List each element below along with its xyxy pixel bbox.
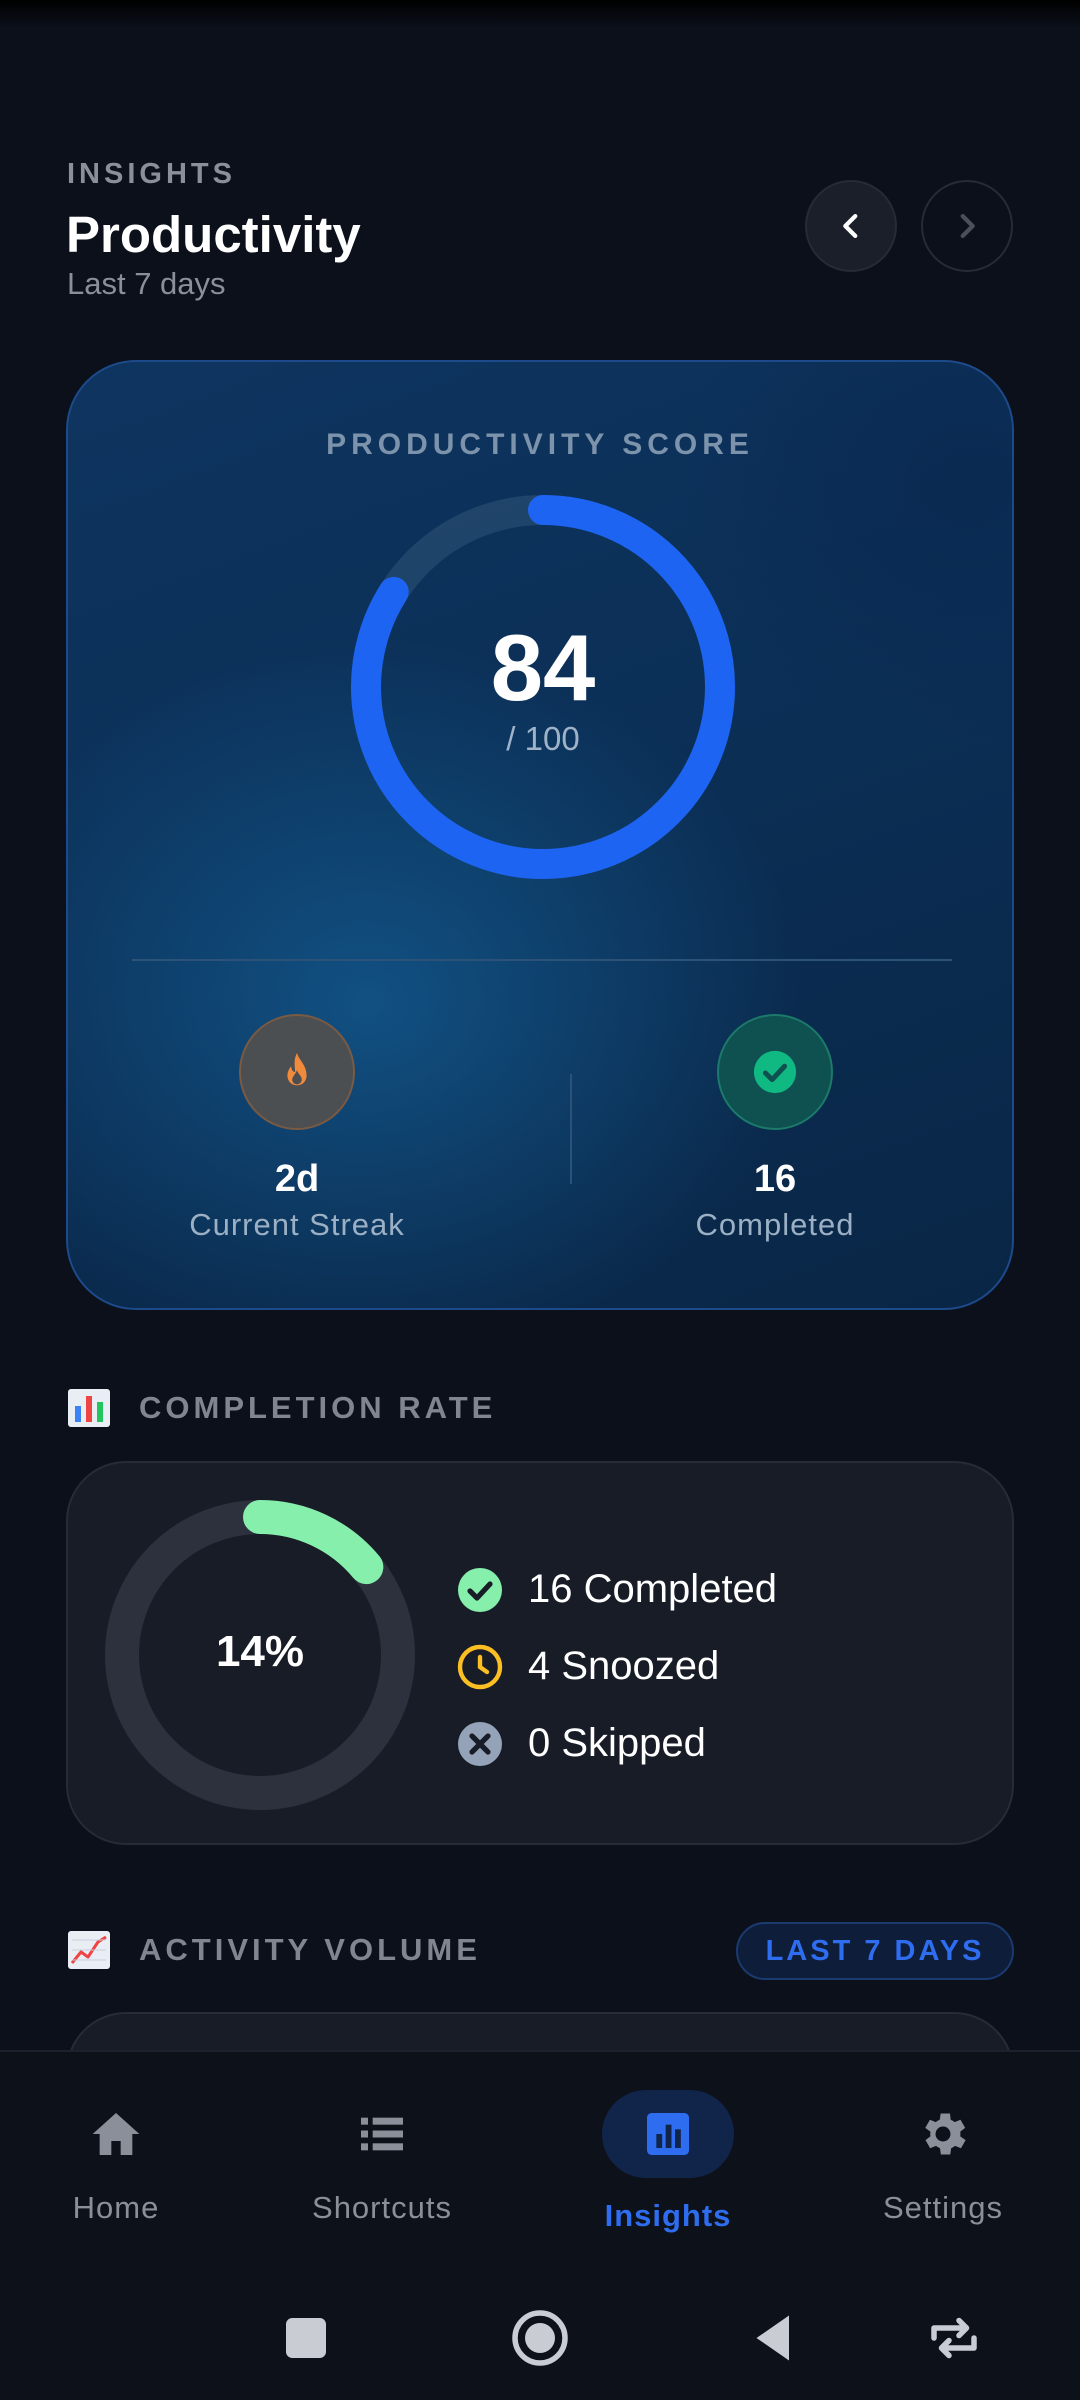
previous-period-button[interactable]	[805, 180, 897, 272]
status-bar	[0, 0, 1080, 28]
streak-label: Current Streak	[189, 1207, 405, 1242]
gear-icon	[833, 2102, 1053, 2166]
check-circle-icon	[458, 1567, 502, 1612]
legend-completed: 16 Completed	[456, 1551, 777, 1628]
tab-home[interactable]: Home	[6, 2102, 226, 2226]
page-subtitle: Last 7 days	[67, 266, 226, 301]
x-circle-icon	[458, 1721, 502, 1766]
rotate-icon	[931, 2317, 977, 2359]
legend-skipped-label: 0 Skipped	[528, 1721, 706, 1765]
legend-completed-label: 16 Completed	[528, 1567, 778, 1611]
home-icon	[6, 2102, 226, 2166]
check-circle-icon	[717, 1014, 833, 1130]
circle-icon	[512, 2310, 568, 2366]
system-navigation-bar	[0, 2270, 1080, 2400]
system-back-button[interactable]	[742, 2306, 806, 2370]
tab-insights[interactable]: Insights	[558, 2090, 778, 2234]
next-period-button[interactable]	[921, 180, 1013, 272]
list-icon	[272, 2102, 492, 2166]
streak-stat: 2d Current Streak	[117, 1014, 477, 1243]
legend-skipped: 0 Skipped	[456, 1705, 777, 1782]
tab-label: Insights	[604, 2198, 732, 2233]
clock-icon	[457, 1644, 503, 1689]
tab-label: Home	[72, 2190, 160, 2225]
completed-label: Completed	[695, 1207, 855, 1242]
range-selector[interactable]: LAST 7 DAYS	[736, 1922, 1014, 1980]
tab-label: Shortcuts	[312, 2190, 452, 2225]
completion-rate-header: COMPLETION RATE	[67, 1388, 496, 1428]
section-title: COMPLETION RATE	[139, 1390, 497, 1425]
section-title: ACTIVITY VOLUME	[139, 1932, 481, 1967]
score-max: / 100	[506, 720, 580, 757]
score-ring: 84 / 100	[348, 492, 738, 882]
legend-snoozed: 4 Snoozed	[456, 1628, 777, 1705]
tab-settings[interactable]: Settings	[833, 2102, 1053, 2226]
score-label: PRODUCTIVITY SCORE	[326, 428, 754, 461]
rotate-button[interactable]	[922, 2306, 986, 2370]
productivity-score-card: PRODUCTIVITY SCORE 84 / 100 2d Current S…	[66, 360, 1014, 1310]
system-home-button[interactable]	[508, 2306, 572, 2370]
chevron-right-icon	[960, 213, 975, 239]
bar-chart-emoji-icon	[68, 1389, 110, 1427]
completion-percent: 14%	[215, 1627, 305, 1676]
streak-value: 2d	[274, 1158, 320, 1200]
completed-value: 16	[753, 1158, 797, 1200]
triangle-back-icon	[756, 2315, 789, 2361]
completed-stat: 16 Completed	[595, 1014, 955, 1243]
line-chart-emoji-icon	[68, 1931, 110, 1969]
tab-shortcuts[interactable]: Shortcuts	[272, 2102, 492, 2226]
recents-button[interactable]	[274, 2306, 338, 2370]
flame-icon	[239, 1014, 355, 1130]
square-icon	[286, 2318, 326, 2358]
legend-snoozed-label: 4 Snoozed	[528, 1644, 720, 1688]
stat-divider	[570, 1074, 572, 1184]
card-divider	[132, 959, 952, 961]
bar-chart-icon	[602, 2090, 734, 2178]
activity-volume-header: ACTIVITY VOLUME	[67, 1930, 481, 1970]
completion-legend: 16 Completed 4 Snoozed 0 Skipped	[456, 1551, 777, 1782]
tab-label: Settings	[882, 2190, 1003, 2225]
page-title: Productivity	[66, 206, 361, 263]
completion-rate-card: 14% 16 Completed 4 Snoozed 0 Skipped	[66, 1461, 1014, 1845]
completion-donut: 14%	[104, 1499, 416, 1811]
chevron-left-icon	[843, 213, 858, 239]
page-eyebrow: INSIGHTS	[67, 158, 236, 190]
score-value: 84	[490, 615, 596, 720]
